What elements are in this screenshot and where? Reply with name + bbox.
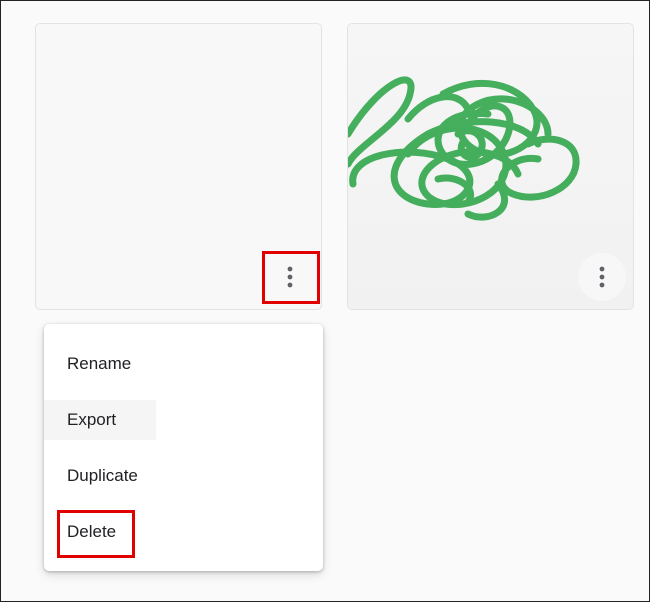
more-options-button[interactable] bbox=[578, 253, 626, 301]
menu-item-label: Duplicate bbox=[67, 466, 138, 485]
menu-item-label: Rename bbox=[67, 354, 132, 373]
menu-item-label: Export bbox=[67, 410, 117, 429]
context-menu: Rename Export Duplicate Delete bbox=[44, 324, 323, 571]
canvas-card-drawing[interactable] bbox=[347, 23, 634, 310]
highlight-delete bbox=[57, 510, 135, 558]
menu-item-duplicate[interactable]: Duplicate bbox=[44, 448, 323, 504]
canvas-gallery: Rename Export Duplicate Delete bbox=[0, 0, 650, 602]
menu-item-export[interactable]: Export bbox=[44, 392, 323, 448]
more-vert-icon bbox=[599, 266, 605, 288]
highlight-more-options bbox=[262, 251, 320, 304]
menu-item-rename[interactable]: Rename bbox=[44, 336, 323, 392]
